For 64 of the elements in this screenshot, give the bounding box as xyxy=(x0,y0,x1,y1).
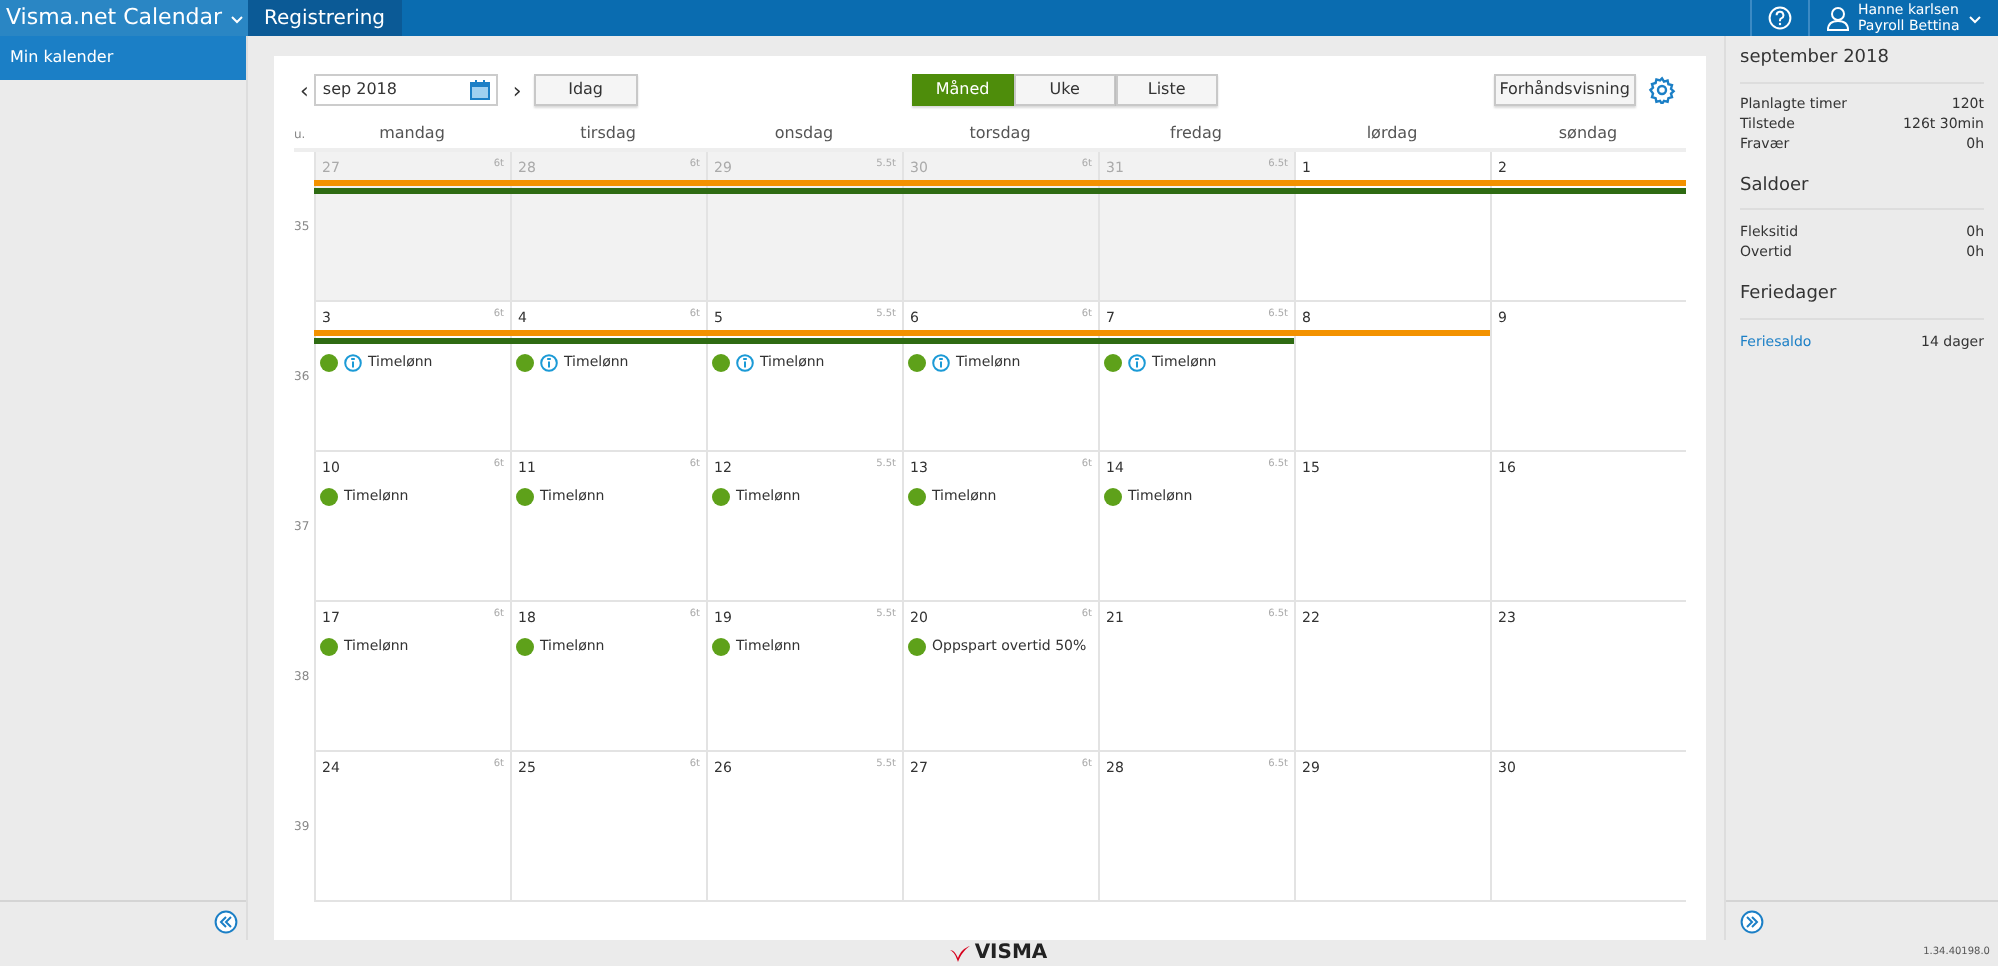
previous-button[interactable]: ‹ xyxy=(294,79,315,101)
settings-icon[interactable] xyxy=(1647,76,1676,104)
status-dot-icon xyxy=(908,353,926,372)
period-bar[interactable] xyxy=(314,188,510,194)
status-dot-icon xyxy=(320,487,338,506)
period-bar[interactable] xyxy=(1098,180,1294,186)
status-dot-icon xyxy=(320,637,338,656)
status-dot-icon xyxy=(516,487,534,506)
caret-icon xyxy=(1967,13,1982,23)
period-bar[interactable] xyxy=(902,180,1098,186)
preview-button[interactable]: Forhåndsvisning xyxy=(1493,74,1636,106)
section-heading: Saldoer xyxy=(1740,153,1984,210)
period-bar[interactable] xyxy=(706,338,902,344)
view-tab[interactable]: Liste xyxy=(1115,74,1218,106)
period-bar[interactable] xyxy=(510,338,706,344)
summary-title: september 2018 xyxy=(1740,46,1984,83)
logo-text: VISMA xyxy=(974,943,1048,963)
period-bar[interactable] xyxy=(510,330,706,336)
view-tab[interactable]: Uke xyxy=(1013,74,1116,106)
period-bar[interactable] xyxy=(314,338,510,344)
period-bar[interactable] xyxy=(1490,188,1686,194)
status-dot-icon xyxy=(516,637,534,656)
view-tab[interactable]: Måned xyxy=(911,74,1014,106)
period-bar[interactable] xyxy=(1098,330,1294,336)
period-bar[interactable] xyxy=(902,338,1098,344)
period-bar[interactable] xyxy=(1294,330,1490,336)
help-icon xyxy=(1768,6,1792,30)
app-menu-button[interactable]: Visma.net Calendar xyxy=(0,0,248,36)
period-bar[interactable] xyxy=(510,180,706,186)
status-dot-icon xyxy=(712,637,730,656)
period-bar[interactable] xyxy=(706,188,902,194)
section-heading: Feriedager xyxy=(1740,262,1984,319)
column-header: lørdag xyxy=(1294,120,1490,152)
status-dot-icon xyxy=(712,487,730,506)
period-bar[interactable] xyxy=(1294,180,1490,186)
period-bar[interactable] xyxy=(902,188,1098,194)
period-bar[interactable] xyxy=(706,180,902,186)
status-dot-icon xyxy=(1104,353,1122,372)
period-bar[interactable] xyxy=(1098,188,1294,194)
calendar-icon xyxy=(470,80,491,100)
period-bar[interactable] xyxy=(1490,180,1686,186)
user-icon xyxy=(1826,5,1850,31)
period-bar[interactable] xyxy=(902,330,1098,336)
period-field[interactable]: sep 2018 xyxy=(314,74,499,106)
status-dot-icon xyxy=(712,353,730,372)
collapse-icon[interactable] xyxy=(214,909,238,933)
caret-icon xyxy=(230,13,245,23)
period-bar[interactable] xyxy=(1098,338,1294,344)
status-dot-icon xyxy=(908,637,926,656)
period-bar[interactable] xyxy=(510,188,706,194)
period-bar[interactable] xyxy=(1294,188,1490,194)
status-dot-icon xyxy=(908,487,926,506)
period-bar[interactable] xyxy=(314,180,510,186)
period-bar[interactable] xyxy=(314,330,510,336)
status-dot-icon xyxy=(1104,487,1122,506)
period-bar[interactable] xyxy=(706,330,902,336)
menu-tab[interactable]: Registrering xyxy=(248,0,402,36)
sidebar-item[interactable]: Min kalender xyxy=(0,36,246,80)
expand-icon[interactable] xyxy=(1740,909,1764,933)
status-dot-icon xyxy=(320,353,338,372)
today-button[interactable]: Idag xyxy=(533,74,638,106)
column-header: søndag xyxy=(1490,120,1686,152)
status-dot-icon xyxy=(516,353,534,372)
next-button[interactable]: › xyxy=(506,79,528,101)
